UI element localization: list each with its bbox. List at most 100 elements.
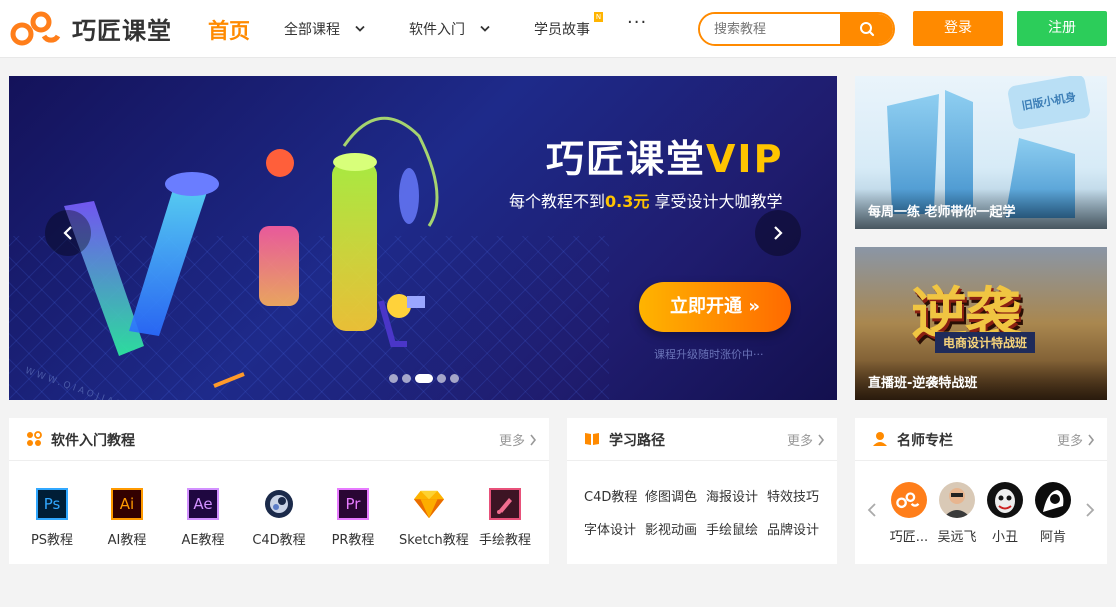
path-link[interactable]: 字体设计 — [584, 519, 645, 538]
card-header: 名师专栏 更多 — [855, 418, 1107, 461]
nav-student-stories-label: 学员故事 — [534, 22, 590, 38]
chevron-down-icon — [355, 25, 365, 32]
software-item-pr[interactable]: Pr PR教程 — [323, 488, 383, 548]
banner-subtitle-prefix: 每个教程不到 — [509, 192, 606, 211]
path-link[interactable]: 特效技巧 — [767, 486, 828, 505]
promo-caption: 每周一练 老师带你一起学 — [855, 189, 1107, 229]
banner-title: 巧匠课堂VIP — [546, 128, 783, 183]
dark-avatar — [1035, 482, 1071, 518]
sketch-icon — [413, 490, 445, 519]
more-label: 更多 — [786, 434, 813, 449]
teacher-item[interactable]: 巧匠... — [885, 482, 933, 545]
banner-title-prefix: 巧匠课堂 — [546, 137, 707, 181]
teachers-card: 名师专栏 更多 巧匠... 吴远飞 小丑 阿肯 — [855, 418, 1107, 564]
site-logo[interactable]: 巧匠课堂 — [10, 10, 172, 46]
search-box — [698, 12, 895, 46]
more-link[interactable]: 更多 — [1057, 430, 1095, 449]
teacher-name: 巧匠... — [889, 530, 929, 545]
search-button[interactable] — [840, 14, 893, 44]
carousel-dot-active[interactable] — [415, 374, 433, 383]
brush-icon — [489, 488, 521, 520]
path-link[interactable]: 影视动画 — [645, 519, 706, 538]
promo-big-subtitle: 电商设计特战班 — [935, 332, 1036, 353]
more-link[interactable]: 更多 — [499, 430, 537, 449]
chevron-left-icon — [63, 226, 72, 240]
promo-bubble: 旧版小机身 — [1006, 76, 1092, 131]
apps-icon — [27, 431, 42, 446]
chevron-right-icon — [1088, 434, 1095, 445]
nav-software-intro-label: 软件入门 — [409, 22, 465, 38]
path-links: C4D教程 修图调色 海报设计 特效技巧 字体设计 影视动画 手绘鼠绘 品牌设计 — [584, 486, 834, 552]
ai-icon: Ai — [111, 488, 143, 520]
joker-avatar — [987, 482, 1023, 518]
software-item-ps[interactable]: Ps PS教程 — [22, 488, 82, 548]
card-title: 名师专栏 — [897, 433, 953, 449]
teacher-name: 阿肯 — [1039, 530, 1066, 545]
open-vip-button[interactable]: 立即开通 » — [639, 282, 791, 332]
banner-carousel[interactable]: WWW.QIAOJIANG.TV 巧匠课堂VIP 每个教程不到0.3元 享受设计… — [9, 76, 837, 400]
software-label: AI教程 — [107, 533, 147, 548]
login-button[interactable]: 登录 — [913, 11, 1003, 46]
learning-paths-card: 学习路径 更多 C4D教程 修图调色 海报设计 特效技巧 字体设计 影视动画 手… — [567, 418, 837, 564]
register-button[interactable]: 注册 — [1017, 11, 1107, 46]
nav-student-stories[interactable]: 学员故事 — [534, 19, 590, 39]
carousel-dot[interactable] — [450, 374, 459, 383]
software-item-handdraw[interactable]: 手绘教程 — [475, 488, 535, 548]
software-item-c4d[interactable]: C4D教程 — [249, 488, 309, 548]
software-label: 手绘教程 — [478, 533, 531, 548]
silhouette-icon — [1043, 490, 1064, 512]
nav-all-courses[interactable]: 全部课程 — [284, 19, 366, 39]
nav-all-courses-label: 全部课程 — [284, 22, 340, 38]
carousel-dot[interactable] — [389, 374, 398, 383]
software-label: C4D教程 — [252, 533, 306, 548]
nav-home[interactable]: 首页 — [208, 15, 250, 45]
teacher-item[interactable]: 吴远飞 — [933, 482, 981, 545]
nav-software-intro[interactable]: 软件入门 — [409, 19, 491, 39]
software-item-ai[interactable]: Ai AI教程 — [97, 488, 157, 548]
promo-weekly-practice[interactable]: 旧版小机身 每周一练 老师带你一起学 — [855, 76, 1107, 229]
search-input[interactable] — [700, 14, 840, 44]
logo-avatar — [891, 482, 927, 518]
promo-caption: 直播班-逆袭特战班 — [855, 360, 1107, 400]
teacher-name: 吴远飞 — [937, 530, 977, 545]
user-icon — [873, 432, 887, 446]
new-badge: N — [594, 12, 603, 22]
carousel-indicators — [389, 374, 463, 383]
path-row: 字体设计 影视动画 手绘鼠绘 品牌设计 — [584, 519, 834, 538]
joker-face-icon — [995, 489, 1015, 513]
logo-text: 巧匠课堂 — [72, 16, 172, 45]
teacher-item[interactable]: 阿肯 — [1029, 482, 1077, 545]
ps-icon: Ps — [36, 488, 68, 520]
teacher-item[interactable]: 小丑 — [981, 482, 1029, 545]
logo-icon — [10, 11, 61, 46]
path-link[interactable]: 品牌设计 — [767, 519, 828, 538]
banner-subtitle: 每个教程不到0.3元 享受设计大咖教学 — [509, 188, 782, 212]
more-label: 更多 — [498, 434, 525, 449]
pr-icon: Pr — [337, 488, 369, 520]
software-item-sketch[interactable]: Sketch教程 — [399, 488, 469, 548]
path-row: C4D教程 修图调色 海报设计 特效技巧 — [584, 486, 834, 505]
more-link[interactable]: 更多 — [787, 430, 825, 449]
carousel-dot[interactable] — [437, 374, 446, 383]
person-avatar — [939, 482, 975, 518]
c4d-icon — [265, 490, 293, 518]
chevron-left-icon[interactable] — [867, 502, 877, 518]
path-link[interactable]: 手绘鼠绘 — [706, 519, 767, 538]
path-link[interactable]: C4D教程 — [584, 486, 645, 505]
promo-live-class[interactable]: 逆袭 电商设计特战班 直播班-逆袭特战班 — [855, 247, 1107, 400]
logo-icon — [896, 492, 920, 509]
software-courses-card: 软件入门教程 更多 Ps PS教程 Ai AI教程 Ae AE教程 C4D教程 … — [9, 418, 549, 564]
card-title: 学习路径 — [609, 433, 665, 449]
carousel-prev-button[interactable] — [45, 210, 91, 256]
path-link[interactable]: 海报设计 — [706, 486, 767, 505]
nav-more-button[interactable]: ··· — [627, 12, 647, 33]
carousel-dot[interactable] — [402, 374, 411, 383]
chevron-down-icon — [480, 25, 490, 32]
banner-title-vip: VIP — [706, 137, 784, 181]
carousel-next-button[interactable] — [755, 210, 801, 256]
path-link[interactable]: 修图调色 — [645, 486, 706, 505]
card-header: 软件入门教程 更多 — [9, 418, 549, 461]
software-item-ae[interactable]: Ae AE教程 — [173, 488, 233, 548]
chevron-right-icon[interactable] — [1085, 502, 1095, 518]
person-icon — [943, 488, 971, 518]
